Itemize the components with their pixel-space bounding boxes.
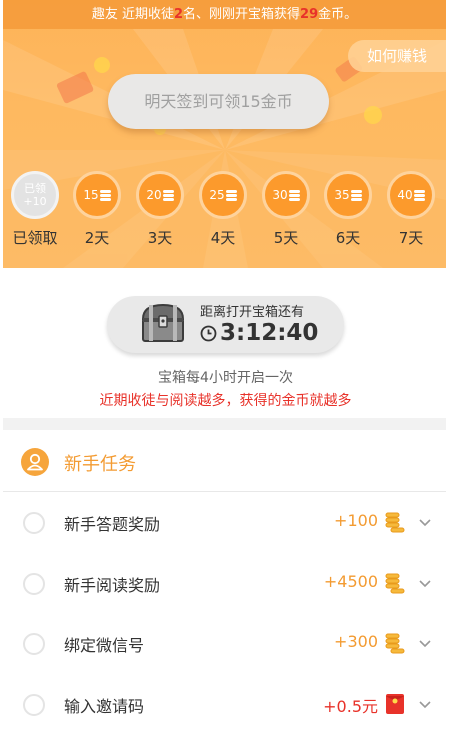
task-status-radio <box>23 694 45 716</box>
checkin-day-label: 3天 <box>147 229 173 247</box>
reward-amount: 15 <box>83 188 99 202</box>
reward-amount: 40 <box>397 188 413 202</box>
coin-stack-icon <box>385 573 405 594</box>
coin-stack-icon <box>385 512 405 533</box>
coin-stack-icon <box>385 633 405 654</box>
claimed-badge-text: 已领 <box>24 181 46 195</box>
reward-badge: 30 <box>262 171 310 219</box>
task-row[interactable]: 新手答题奖励 +100 <box>3 493 446 553</box>
reward-amount: 25 <box>209 188 225 202</box>
section-title: 新手任务 <box>64 454 136 475</box>
checkin-day-label: 5天 <box>273 229 299 247</box>
coin-stack-icon <box>288 189 300 201</box>
reward-amount: 35 <box>334 188 350 202</box>
task-label: 新手阅读奖励 <box>64 576 161 595</box>
reward-badge: 40 <box>387 171 435 219</box>
checkin-day-3: 20 3天 <box>134 171 186 248</box>
reward-badge: 15 <box>73 171 121 219</box>
task-reward: +100 <box>334 511 378 530</box>
countdown-row: 3:12:40 <box>200 320 318 346</box>
user-icon <box>21 448 49 476</box>
ticker-disciple-count: 2 <box>173 7 184 22</box>
reward-badge: 20 <box>136 171 184 219</box>
coin-stack-icon <box>162 189 174 201</box>
coin-stack-icon <box>99 189 111 201</box>
checkin-day-label: 7天 <box>398 229 424 247</box>
task-reward: +300 <box>334 632 378 651</box>
checkin-day-label: 已领取 <box>12 229 58 247</box>
task-reward: +0.5元 <box>323 697 378 716</box>
newbie-tasks-header: 新手任务 <box>3 430 446 492</box>
ticker-middle: 名、刚刚开宝箱获得 <box>183 7 301 22</box>
claimed-badge-amount: +10 <box>23 194 47 208</box>
checkin-days-row: 已领 +10 已领取 15 2天 20 3天 25 4天 30 5天 35 6天… <box>3 150 446 268</box>
checkin-day-label: 6天 <box>335 229 361 247</box>
chevron-down-icon[interactable] <box>418 636 432 650</box>
page: 趣友 近期收徒2名、刚刚开宝箱获得29金币。 如何赚钱 明天签到可领15金币 已… <box>0 0 451 729</box>
checkin-day-2: 15 2天 <box>71 171 123 248</box>
treasure-chest-button[interactable]: 距离打开宝箱还有 3:12:40 <box>107 296 344 353</box>
task-status-radio <box>23 573 45 595</box>
task-row[interactable]: 新手阅读奖励 +4500 <box>3 554 446 614</box>
chevron-down-icon[interactable] <box>418 576 432 590</box>
red-envelope-icon <box>386 694 404 714</box>
task-reward: +4500 <box>323 572 378 591</box>
coin-deco-icon <box>364 106 382 124</box>
coin-stack-icon <box>225 189 237 201</box>
checkin-day-label: 2天 <box>84 229 110 247</box>
coin-stack-icon <box>413 189 425 201</box>
checkin-day-7: 40 7天 <box>385 171 437 248</box>
treasure-chest-icon <box>141 303 185 342</box>
task-label: 绑定微信号 <box>64 636 145 655</box>
checkin-day-5: 30 5天 <box>260 171 312 248</box>
chevron-down-icon[interactable] <box>418 515 432 529</box>
reward-amount: 20 <box>146 188 162 202</box>
checkin-banner: 趣友 近期收徒2名、刚刚开宝箱获得29金币。 如何赚钱 明天签到可领15金币 已… <box>3 0 446 268</box>
checkin-day-4: 25 4天 <box>197 171 249 248</box>
task-row[interactable]: 输入邀请码 +0.5元 <box>3 675 446 729</box>
ticker-prefix: 趣友 近期收徒 <box>91 7 174 22</box>
section-divider <box>3 418 446 430</box>
checkin-day-6: 35 6天 <box>322 171 374 248</box>
claimed-badge: 已领 +10 <box>11 171 59 219</box>
signin-button[interactable]: 明天签到可领15金币 <box>108 74 329 129</box>
checkin-day-1: 已领 +10 已领取 <box>9 171 61 248</box>
clock-icon <box>200 325 217 341</box>
task-row[interactable]: 绑定微信号 +300 <box>3 614 446 674</box>
task-status-radio <box>23 633 45 655</box>
news-ticker: 趣友 近期收徒2名、刚刚开宝箱获得29金币。 <box>3 0 446 29</box>
chest-interval-note: 宝箱每4小时开启一次 <box>158 370 293 386</box>
reward-amount: 30 <box>272 188 288 202</box>
ticker-coin-count: 29 <box>300 7 319 22</box>
task-label: 新手答题奖励 <box>64 515 161 534</box>
ticker-suffix: 金币。 <box>318 7 358 22</box>
red-envelope-deco-icon <box>56 71 94 104</box>
reward-badge: 35 <box>324 171 372 219</box>
chest-tip: 近期收徒与阅读越多，获得的金币就越多 <box>99 393 352 409</box>
task-status-radio <box>23 512 45 534</box>
countdown-timer: 3:12:40 <box>220 320 319 346</box>
coin-stack-icon <box>350 189 362 201</box>
reward-badge: 25 <box>199 171 247 219</box>
checkin-day-label: 4天 <box>210 229 236 247</box>
how-to-earn-button[interactable]: 如何赚钱 <box>348 40 446 72</box>
coin-deco-icon <box>94 57 110 73</box>
chevron-down-icon[interactable] <box>418 697 432 711</box>
chest-caption: 距离打开宝箱还有 <box>200 305 305 320</box>
task-label: 输入邀请码 <box>64 697 145 716</box>
